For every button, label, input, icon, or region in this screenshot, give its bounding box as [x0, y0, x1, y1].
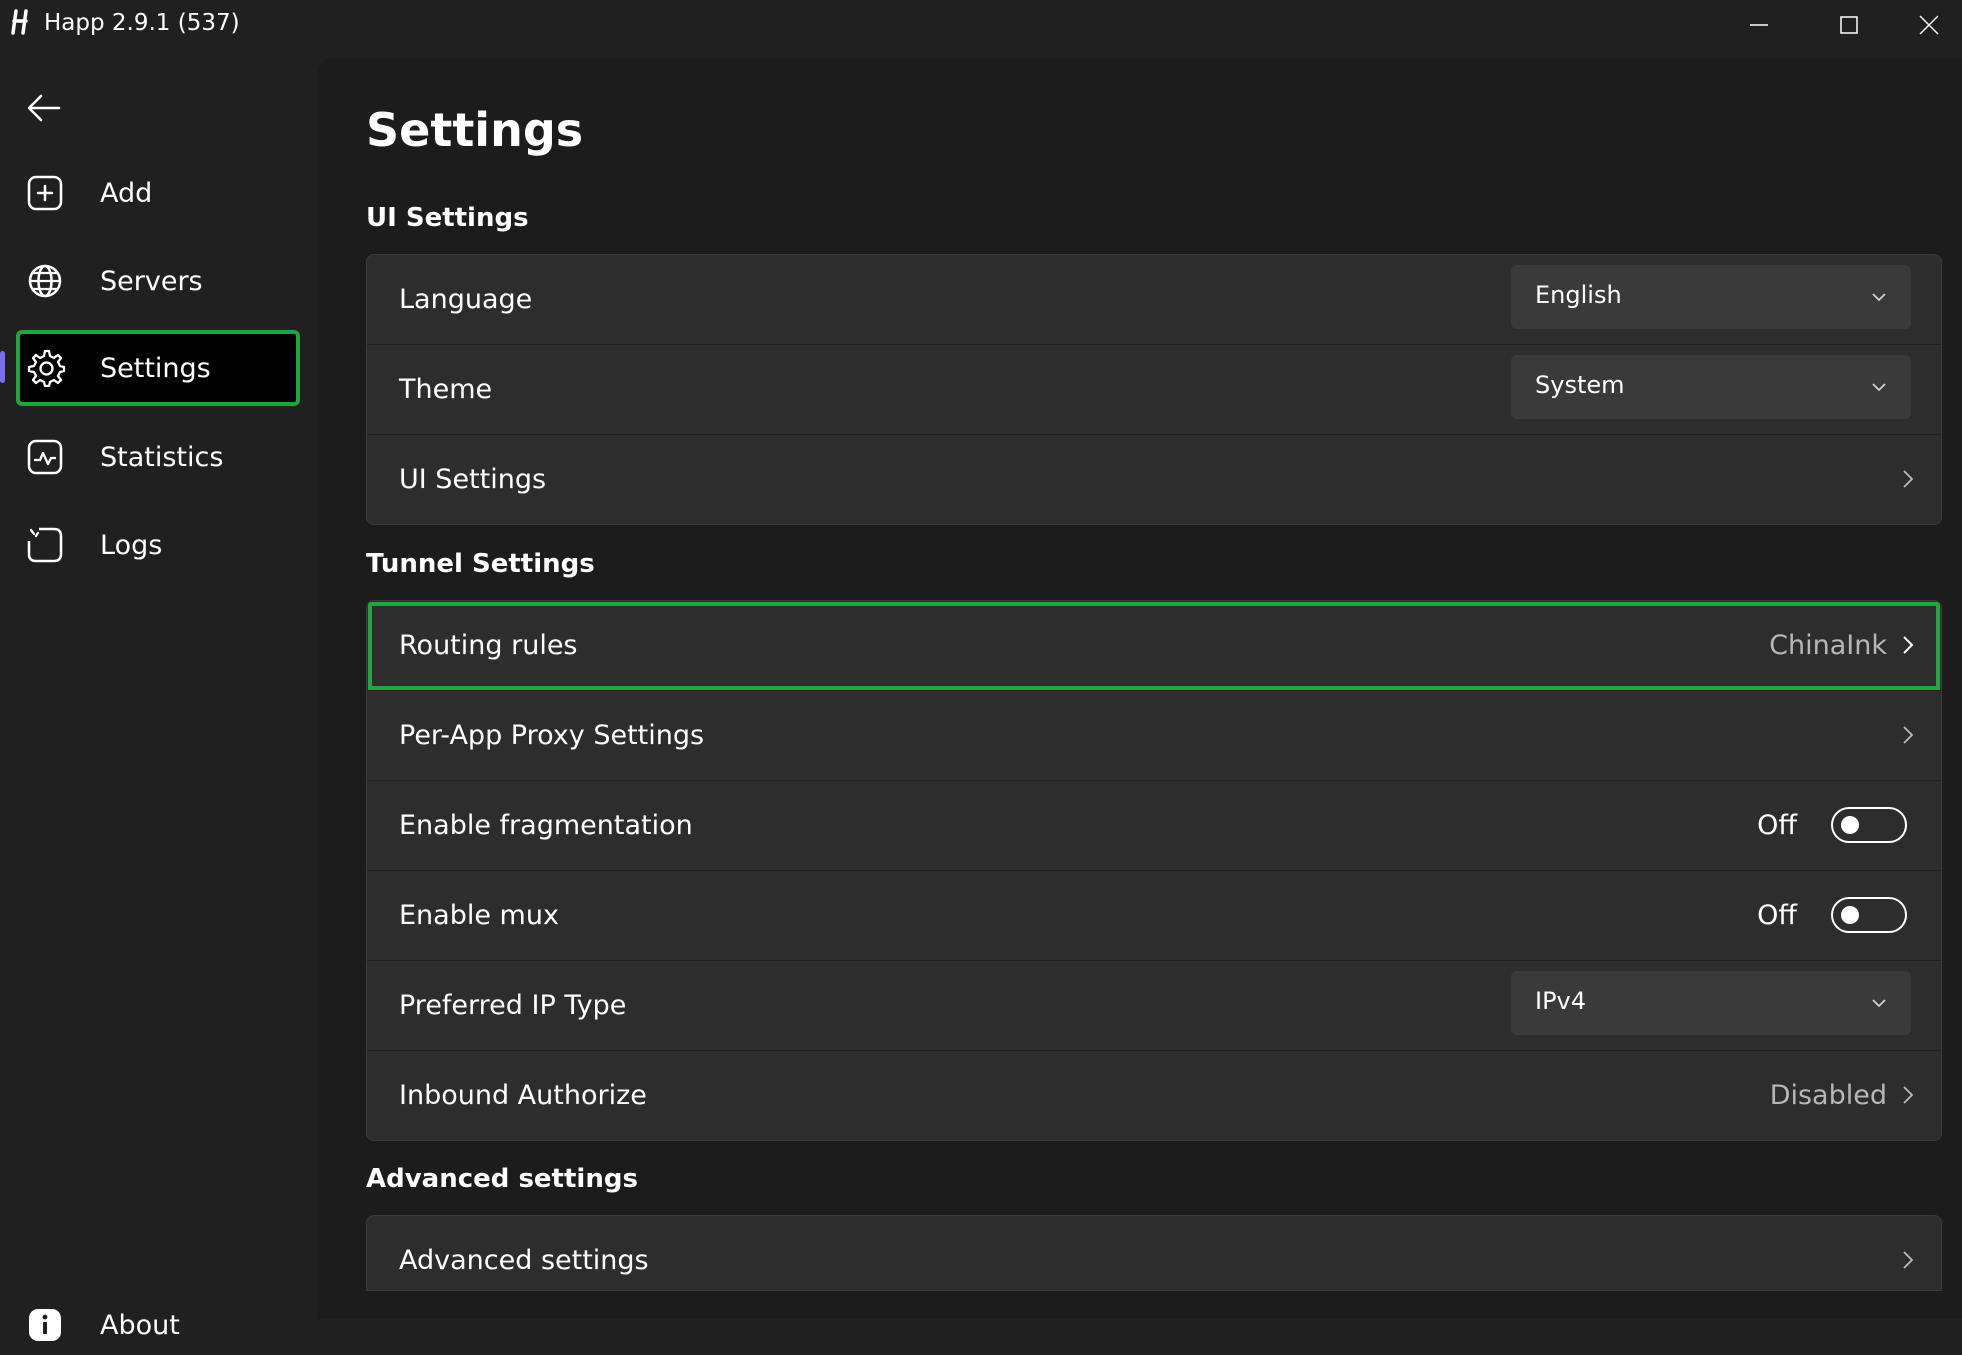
gear-icon [20, 343, 70, 393]
tunnel-settings-card: Routing rules ChinaInk Per-App Proxy Set… [366, 600, 1942, 1141]
sidebar-item-label: Servers [100, 265, 203, 297]
toggle-state-label: Off [1757, 810, 1797, 841]
chevron-right-icon [1897, 1248, 1919, 1272]
row-label: UI Settings [399, 464, 547, 495]
sidebar-item-statistics[interactable]: Statistics [16, 419, 302, 495]
globe-icon [20, 256, 70, 306]
routing-rules-value: ChinaInk [1769, 630, 1887, 661]
chevron-down-icon [1872, 383, 1886, 392]
fragmentation-toggle[interactable] [1831, 807, 1907, 843]
mux-row: Enable mux Off [367, 871, 1941, 961]
sidebar-item-servers[interactable]: Servers [16, 243, 302, 319]
row-label: Advanced settings [399, 1245, 649, 1276]
advanced-settings-row[interactable]: Advanced settings [367, 1216, 1941, 1290]
info-icon [20, 1300, 70, 1350]
preferred-ip-row: Preferred IP Type IPv4 [367, 961, 1941, 1051]
chevron-down-icon [1872, 999, 1886, 1008]
logs-icon [20, 520, 70, 570]
dropdown-value: System [1535, 371, 1625, 399]
sidebar-item-about[interactable]: About [16, 1295, 180, 1355]
sidebar-item-label: Settings [100, 352, 211, 384]
close-button[interactable] [1896, 0, 1962, 50]
inbound-authorize-row[interactable]: Inbound Authorize Disabled [367, 1051, 1941, 1140]
page-title: Settings [366, 103, 584, 157]
chevron-right-icon [1897, 723, 1919, 747]
sidebar-item-logs[interactable]: Logs [16, 507, 302, 583]
dropdown-value: English [1535, 281, 1622, 309]
chart-icon [20, 432, 70, 482]
sidebar-item-settings[interactable]: Settings [16, 330, 300, 406]
advanced-settings-card: Advanced settings [366, 1215, 1942, 1291]
sidebar: Add Servers Settings Statistics Logs Abo… [0, 50, 318, 1341]
sidebar-item-add[interactable]: Add [16, 155, 302, 231]
chevron-right-icon [1897, 1083, 1919, 1107]
row-label: Enable mux [399, 900, 559, 931]
routing-rules-row[interactable]: Routing rules ChinaInk [367, 601, 1941, 691]
language-dropdown[interactable]: English [1511, 265, 1911, 329]
close-icon [1919, 15, 1939, 35]
toggle-state-label: Off [1757, 900, 1797, 931]
title-bar: Happ 2.9.1 (537) [0, 0, 1962, 50]
fragmentation-row: Enable fragmentation Off [367, 781, 1941, 871]
sidebar-item-label: Add [100, 177, 153, 209]
toggle-knob [1841, 906, 1859, 924]
row-label: Per-App Proxy Settings [399, 720, 705, 751]
section-title-ui: UI Settings [366, 203, 529, 233]
main-panel: Settings UI Settings Language English Th… [318, 58, 1962, 1319]
minimize-icon [1750, 24, 1768, 26]
theme-row: Theme System [367, 345, 1941, 435]
back-arrow-icon [27, 94, 61, 122]
per-app-proxy-row[interactable]: Per-App Proxy Settings [367, 691, 1941, 781]
chevron-right-icon [1897, 633, 1919, 657]
chevron-right-icon [1897, 467, 1919, 491]
row-label: Routing rules [399, 630, 578, 661]
theme-dropdown[interactable]: System [1511, 355, 1911, 419]
ui-settings-row[interactable]: UI Settings [367, 435, 1941, 524]
window-title: Happ 2.9.1 (537) [44, 10, 240, 36]
row-label: Enable fragmentation [399, 810, 693, 841]
language-row: Language English [367, 255, 1941, 345]
mux-toggle[interactable] [1831, 897, 1907, 933]
row-label: Language [399, 284, 533, 315]
minimize-button[interactable] [1714, 0, 1804, 50]
chevron-down-icon [1872, 293, 1886, 302]
section-title-tunnel: Tunnel Settings [366, 549, 595, 579]
maximize-icon [1840, 16, 1858, 34]
row-label: Inbound Authorize [399, 1080, 647, 1111]
section-title-advanced: Advanced settings [366, 1164, 638, 1194]
active-nav-indicator [0, 351, 5, 383]
inbound-authorize-value: Disabled [1769, 1080, 1887, 1111]
row-label: Preferred IP Type [399, 990, 627, 1021]
back-button[interactable] [18, 83, 68, 133]
dropdown-value: IPv4 [1535, 987, 1587, 1015]
toggle-knob [1841, 816, 1859, 834]
app-logo [8, 8, 36, 36]
ip-type-dropdown[interactable]: IPv4 [1511, 971, 1911, 1035]
sidebar-item-label: Statistics [100, 441, 224, 473]
sidebar-item-label: About [100, 1309, 180, 1341]
ui-settings-card: Language English Theme System UI Setting… [366, 254, 1942, 525]
sidebar-item-label: Logs [100, 529, 163, 561]
maximize-button[interactable] [1804, 0, 1894, 50]
add-box-icon [20, 168, 70, 218]
row-label: Theme [399, 374, 493, 405]
